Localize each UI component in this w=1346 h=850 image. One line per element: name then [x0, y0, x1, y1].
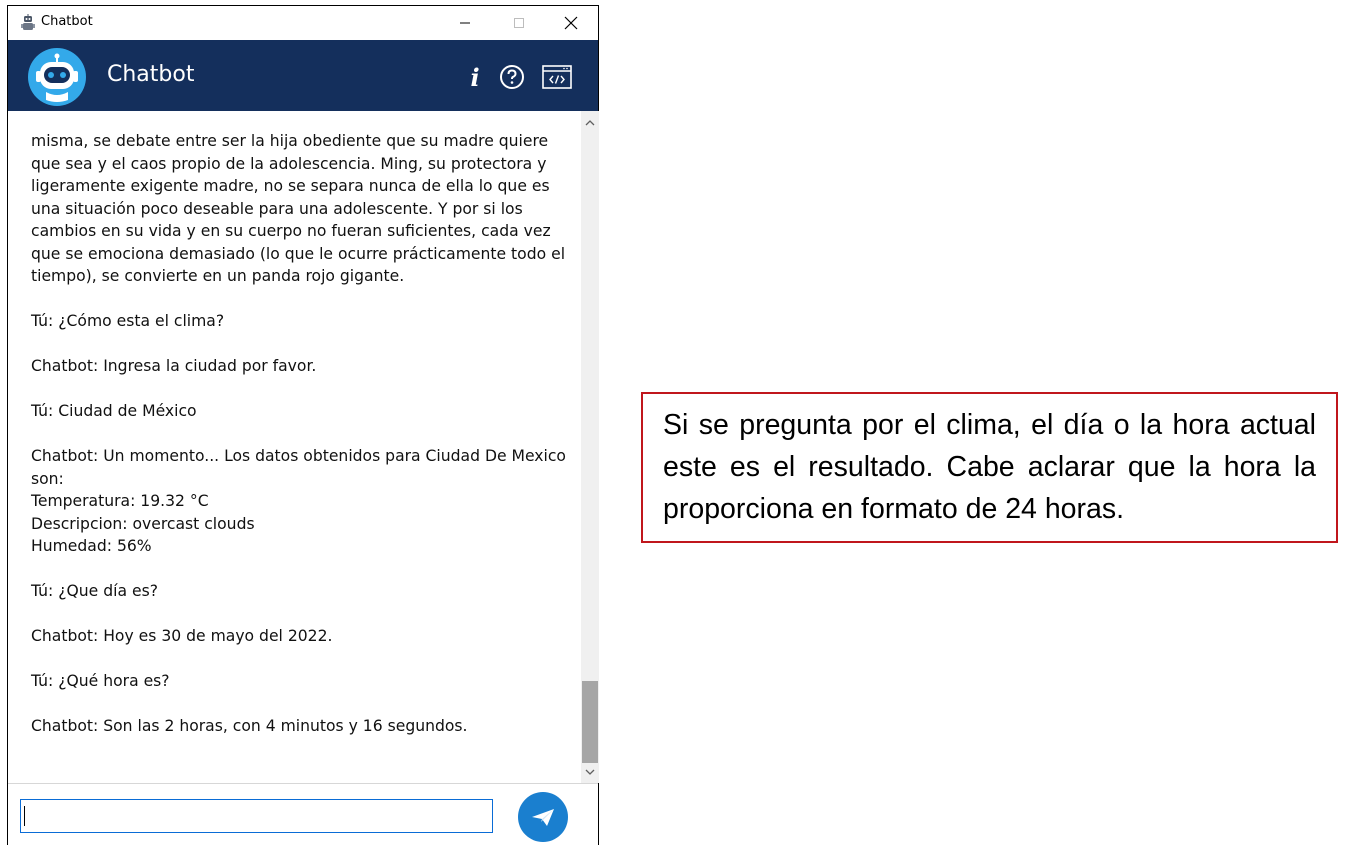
close-button[interactable] — [548, 6, 594, 40]
send-button[interactable] — [518, 792, 568, 842]
app-robot-icon — [18, 13, 38, 33]
message: Tú: Ciudad de México — [31, 402, 197, 420]
message: misma, se debate entre ser la hija obedi… — [31, 132, 566, 285]
header-title: Chatbot — [107, 62, 195, 87]
send-icon — [532, 809, 554, 826]
minimize-button[interactable] — [442, 6, 488, 40]
robot-avatar-icon — [28, 48, 86, 106]
message-input[interactable] — [20, 799, 493, 833]
chat-header: Chatbot i — [8, 40, 598, 111]
message: Chatbot: Un momento... Los datos obtenid… — [31, 447, 566, 555]
annotation-text: Si se pregunta por el clima, el día o la… — [663, 409, 1316, 525]
input-bar — [8, 783, 598, 845]
message: Chatbot: Son las 2 horas, con 4 minutos … — [31, 717, 468, 735]
scroll-up-arrow-icon[interactable] — [581, 114, 599, 132]
message: Tú: ¿Cómo esta el clima? — [31, 312, 225, 330]
code-window-icon[interactable] — [542, 62, 572, 92]
message: Tú: ¿Qué hora es? — [31, 672, 170, 690]
scroll-down-arrow-icon[interactable] — [581, 763, 599, 781]
window-title: Chatbot — [41, 14, 93, 29]
annotation-box: Si se pregunta por el clima, el día o la… — [641, 392, 1338, 543]
scroll-thumb[interactable] — [582, 681, 598, 763]
chat-log[interactable]: misma, se debate entre ser la hija obedi… — [8, 111, 579, 783]
message-list: misma, se debate entre ser la hija obedi… — [31, 130, 571, 760]
text-caret — [24, 806, 25, 826]
chatbot-window: Chatbot Chatbot i misma, se debate entre… — [7, 5, 599, 845]
message: Tú: ¿Que día es? — [31, 582, 158, 600]
help-icon[interactable] — [497, 62, 527, 92]
info-icon[interactable]: i — [460, 62, 490, 92]
message: Chatbot: Ingresa la ciudad por favor. — [31, 357, 317, 375]
maximize-button[interactable] — [496, 6, 542, 40]
message: Chatbot: Hoy es 30 de mayo del 2022. — [31, 627, 333, 645]
title-bar: Chatbot — [8, 6, 598, 40]
vertical-scrollbar[interactable] — [581, 111, 599, 783]
info-label: i — [470, 62, 480, 92]
